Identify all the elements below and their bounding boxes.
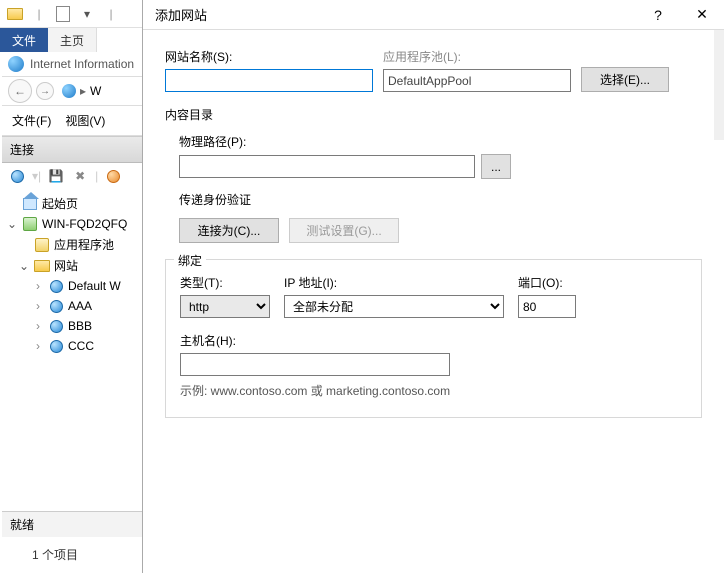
collapse-icon[interactable]: ⌄: [6, 217, 18, 231]
menu-file[interactable]: 文件(F): [12, 112, 51, 129]
nav-forward-button[interactable]: →: [36, 82, 54, 100]
qat-divider: |: [100, 3, 122, 25]
site-icon: [48, 298, 64, 314]
help-button[interactable]: ?: [636, 0, 680, 30]
tree-label: 应用程序池: [54, 236, 114, 253]
tree-site-ccc[interactable]: › CCC: [4, 336, 148, 356]
port-label: 端口(O):: [518, 274, 576, 291]
breadcrumb-icon: [62, 84, 76, 98]
tab-file[interactable]: 文件: [0, 28, 48, 52]
app-pool-icon: [34, 237, 50, 253]
binding-group: 绑定 类型(T): http IP 地址(I): 全部未分配 端口(O):: [165, 259, 702, 418]
toolbar-divider: ▾|: [32, 169, 41, 183]
collapse-icon[interactable]: ⌄: [18, 259, 30, 273]
refresh-icon[interactable]: [104, 167, 122, 185]
test-settings-button: 测试设置(G)...: [289, 218, 399, 243]
site-name-input[interactable]: [165, 69, 373, 92]
type-select[interactable]: http: [180, 295, 270, 318]
tree-label: 网站: [54, 257, 78, 274]
tab-home[interactable]: 主页: [48, 28, 97, 52]
tree-label: Default W: [68, 279, 121, 293]
close-button[interactable]: ✕: [680, 0, 724, 30]
expand-icon[interactable]: ›: [32, 279, 44, 293]
site-icon: [48, 338, 64, 354]
tree-app-pools[interactable]: 应用程序池: [4, 234, 148, 255]
toolbar-divider: |: [95, 169, 98, 183]
scrollbar[interactable]: [714, 30, 724, 140]
tree-label: CCC: [68, 339, 94, 353]
ribbon-tabs: 文件 主页: [0, 28, 149, 52]
tree-sites[interactable]: ⌄ 网站: [4, 255, 148, 276]
tree-start-page[interactable]: 起始页: [4, 193, 148, 214]
expand-icon[interactable]: ›: [32, 319, 44, 333]
physical-path-label: 物理路径(P):: [179, 133, 702, 150]
type-label: 类型(T):: [180, 274, 270, 291]
host-label: 主机名(H):: [180, 332, 687, 349]
menu-view[interactable]: 视图(V): [65, 112, 105, 129]
connections-toolbar: ▾| 💾 ✖ |: [2, 163, 150, 189]
breadcrumb[interactable]: ▸ W: [58, 84, 101, 98]
site-icon: [48, 318, 64, 334]
iis-titlebar: Internet Information: [2, 52, 150, 76]
dialog-title: 添加网站: [155, 5, 207, 24]
explorer-window: | ▾ | 文件 主页 Internet Information ← → ▸ W…: [0, 0, 150, 573]
connect-as-button[interactable]: 连接为(C)...: [179, 218, 279, 243]
port-input[interactable]: [518, 295, 576, 318]
iis-menu-bar: 文件(F) 视图(V): [2, 106, 150, 136]
explorer-titlebar: | ▾ |: [0, 0, 149, 28]
content-directory-group: 内容目录 物理路径(P): ... 传递身份验证 连接为(C)... 测试设置(…: [165, 106, 702, 243]
sites-folder-icon: [34, 258, 50, 274]
item-count: 1 个项目: [32, 546, 78, 563]
physical-path-input[interactable]: [179, 155, 475, 178]
connections-tree: 起始页 ⌄ WIN-FQD2QFQ 应用程序池 ⌄ 网站 › Default W: [2, 189, 150, 360]
home-icon: [22, 196, 38, 212]
chevron-down-icon[interactable]: ▾: [76, 3, 98, 25]
add-website-dialog: 添加网站 ? ✕ 网站名称(S): 应用程序池(L): 选择(E)... 内容目…: [142, 0, 724, 573]
dialog-titlebar: 添加网站 ? ✕: [143, 0, 724, 30]
expand-icon[interactable]: ›: [32, 339, 44, 353]
site-name-label: 网站名称(S):: [165, 48, 375, 65]
iis-icon: [8, 56, 24, 72]
folder-icon[interactable]: [4, 3, 26, 25]
ip-select[interactable]: 全部未分配: [284, 295, 504, 318]
tree-label: WIN-FQD2QFQ: [42, 217, 127, 231]
tree-site-aaa[interactable]: › AAA: [4, 296, 148, 316]
qat-divider: |: [28, 3, 50, 25]
connections-header: 连接: [2, 136, 150, 163]
select-app-pool-button[interactable]: 选择(E)...: [581, 67, 669, 92]
chevron-right-icon: ▸: [80, 84, 86, 98]
server-icon: [22, 216, 38, 232]
browse-button[interactable]: ...: [481, 154, 511, 179]
app-pool-label: 应用程序池(L):: [383, 48, 573, 65]
tree-label: AAA: [68, 299, 92, 313]
host-hint: 示例: www.contoso.com 或 marketing.contoso.…: [180, 382, 687, 399]
document-icon[interactable]: [52, 3, 74, 25]
ip-label: IP 地址(I):: [284, 274, 504, 291]
tree-site-default[interactable]: › Default W: [4, 276, 148, 296]
site-icon: [48, 278, 64, 294]
expand-icon[interactable]: ›: [32, 299, 44, 313]
tree-label: BBB: [68, 319, 92, 333]
binding-legend: 绑定: [174, 252, 206, 269]
tree-site-bbb[interactable]: › BBB: [4, 316, 148, 336]
delete-icon[interactable]: ✖: [71, 167, 89, 185]
breadcrumb-text: W: [90, 84, 101, 98]
app-pool-input: [383, 69, 571, 92]
tree-server[interactable]: ⌄ WIN-FQD2QFQ: [4, 214, 148, 234]
nav-back-button[interactable]: ←: [8, 79, 32, 103]
passthrough-auth-label: 传递身份验证: [179, 191, 702, 208]
iis-manager-window: Internet Information ← → ▸ W 文件(F) 视图(V)…: [2, 52, 150, 552]
save-icon[interactable]: 💾: [47, 167, 65, 185]
tree-label: 起始页: [42, 195, 78, 212]
content-directory-legend: 内容目录: [165, 106, 702, 123]
host-input[interactable]: [180, 353, 450, 376]
iis-nav: ← → ▸ W: [2, 76, 150, 106]
status-bar: 就绪: [2, 511, 148, 537]
connect-icon[interactable]: [8, 167, 26, 185]
iis-title-text: Internet Information: [30, 57, 134, 71]
